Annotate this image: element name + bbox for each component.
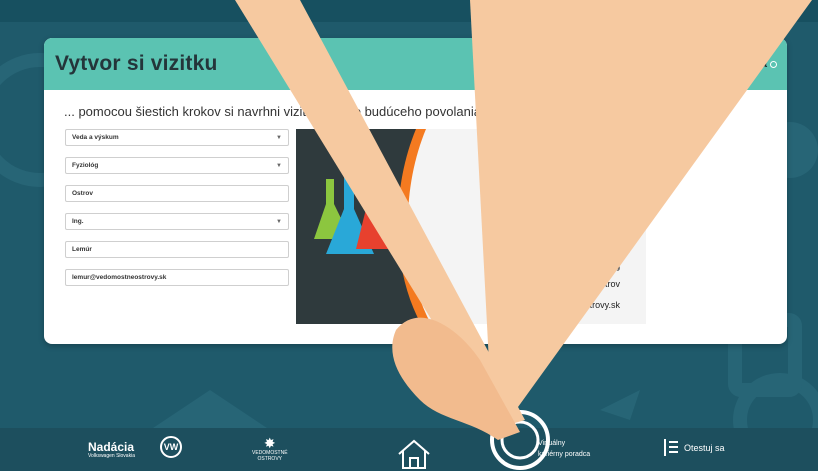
field-city-value: Ostrov bbox=[72, 190, 93, 197]
field-title-value: Ing. bbox=[72, 218, 84, 225]
gender-option-boy[interactable]: Chlapec bbox=[675, 58, 728, 70]
virtual-advisor-link[interactable]: Virtuálny kariérny poradca bbox=[538, 438, 590, 460]
test-yourself-link[interactable]: Otestuj sa bbox=[664, 439, 725, 456]
vo-line2: OSTROVY bbox=[257, 456, 282, 462]
home-icon[interactable] bbox=[396, 438, 432, 470]
business-card-job: Fyziológ bbox=[591, 264, 620, 271]
instructions: ... pomocou šiestich krokov si navrhni v… bbox=[64, 104, 481, 119]
nadacia-title: Nadácia bbox=[88, 440, 135, 454]
field-email-input[interactable]: lemur@vedomostneostrovy.sk bbox=[65, 269, 289, 286]
business-card-artwork bbox=[296, 129, 646, 324]
poradca-line1: Virtuálny bbox=[538, 440, 566, 447]
radio-boy[interactable] bbox=[720, 60, 728, 68]
field-category-value: Veda a výskum bbox=[72, 134, 119, 141]
gender-label-boy: Chlapec bbox=[674, 58, 718, 70]
field-profession-select[interactable]: Fyziológ ▼ bbox=[65, 157, 289, 174]
field-city-input[interactable]: Ostrov bbox=[65, 185, 289, 202]
page-title: Vytvor si vizitku bbox=[55, 52, 218, 75]
field-category-select[interactable]: Veda a výskum ▼ bbox=[65, 129, 289, 146]
card-header: Vytvor si vizitku Chlapec Dievča bbox=[44, 38, 787, 90]
business-card-email: lemur@vedomostneostrovy.sk bbox=[499, 300, 620, 310]
field-profession-value: Fyziológ bbox=[72, 162, 99, 169]
business-card-name: Ing. Lemúr bbox=[555, 240, 632, 257]
business-card-preview: Ing. Lemúr Fyziológ Ostrov lemur@vedomos… bbox=[296, 129, 646, 324]
gender-option-girl[interactable]: Dievča bbox=[732, 58, 777, 70]
radio-girl[interactable] bbox=[770, 60, 777, 68]
chevron-down-icon: ▼ bbox=[276, 134, 282, 141]
poradca-line2: kariérny poradca bbox=[538, 451, 591, 458]
chevron-down-icon: ▼ bbox=[276, 162, 282, 169]
business-card-city: Ostrov bbox=[593, 279, 620, 289]
field-name-input[interactable]: Lemúr bbox=[65, 241, 289, 258]
business-card-builder: Vytvor si vizitku Chlapec Dievča ... pom… bbox=[44, 38, 787, 344]
chevron-down-icon: ▼ bbox=[276, 218, 282, 225]
vw-logo-icon: VW bbox=[160, 436, 182, 458]
vedomostne-ostrovy-logo[interactable]: ✸ VEDOMOSTNÉ OSTROVY bbox=[252, 436, 288, 462]
gender-label-girl: Dievča bbox=[731, 58, 767, 70]
otestuj-label: Otestuj sa bbox=[684, 442, 725, 453]
nadacia-subtitle: Volkswagen Slovakia bbox=[88, 453, 135, 459]
gender-selector: Chlapec Dievča bbox=[675, 58, 777, 70]
nadacia-logo[interactable]: Nadácia Volkswagen Slovakia bbox=[88, 441, 135, 459]
field-name-value: Lemúr bbox=[72, 246, 92, 253]
checklist-icon bbox=[664, 439, 678, 456]
field-email-value: lemur@vedomostneostrovy.sk bbox=[72, 274, 167, 281]
vo-icon: ✸ bbox=[263, 435, 276, 451]
top-bar bbox=[0, 0, 818, 22]
field-title-select[interactable]: Ing. ▼ bbox=[65, 213, 289, 230]
